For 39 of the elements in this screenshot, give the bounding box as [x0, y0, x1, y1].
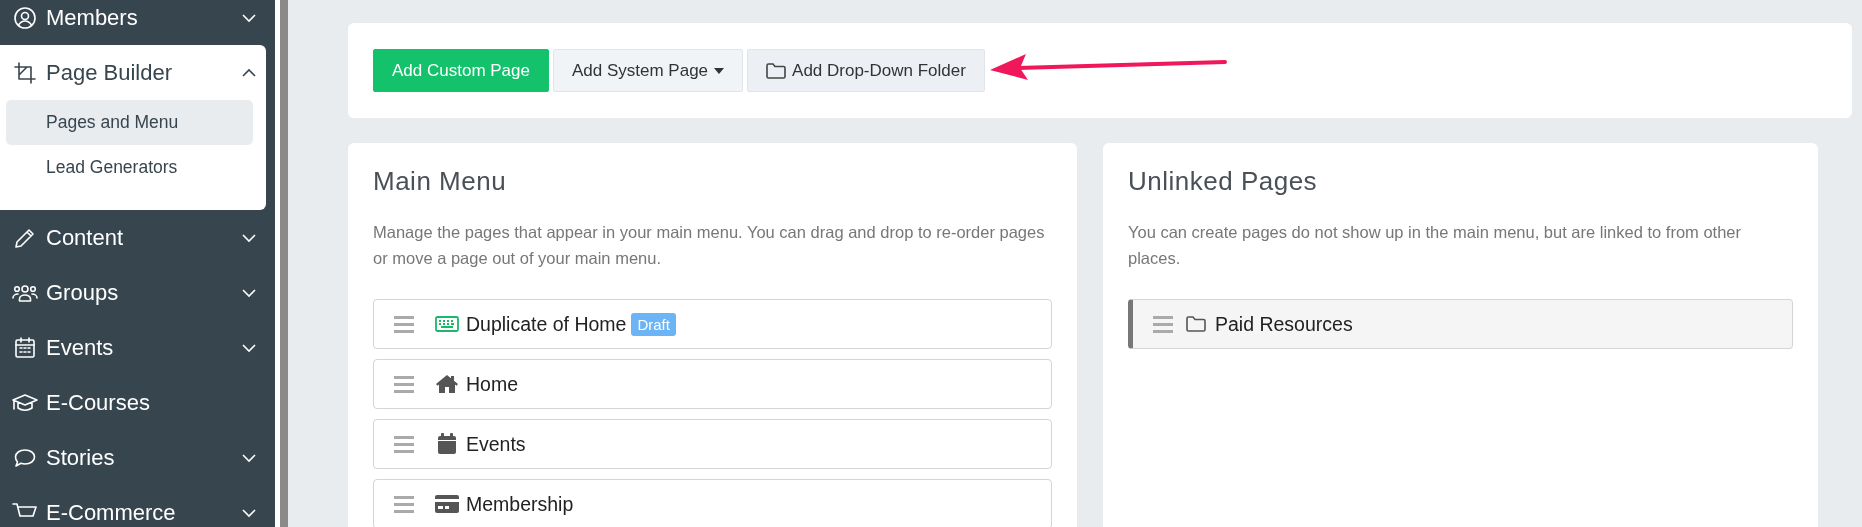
drag-handle-icon[interactable] — [394, 435, 414, 453]
folder-icon — [766, 62, 787, 79]
page-row[interactable]: Events — [373, 419, 1052, 469]
sidebar-item[interactable]: Groups — [0, 265, 275, 320]
card-description: You can create pages do not show up in the main menu, but are linked to from other places. — [1128, 222, 1743, 269]
credit-card-icon — [434, 495, 460, 513]
drag-handle-icon[interactable] — [394, 375, 414, 393]
page-name: Home — [466, 372, 519, 396]
sidebar-item[interactable]: E-Courses — [0, 375, 275, 430]
page-name: Membership — [466, 492, 574, 516]
drag-handle-icon[interactable] — [394, 495, 414, 513]
add-system-page-button[interactable]: Add System Page — [552, 49, 744, 92]
add-folder-button[interactable]: Add Drop-Down Folder — [747, 49, 985, 92]
page-row[interactable]: Membership — [373, 479, 1052, 527]
home-icon — [434, 374, 460, 394]
folder-icon — [1183, 316, 1209, 332]
page-row[interactable]: Duplicate of Home Draft — [373, 299, 1052, 349]
page-row[interactable]: Home — [373, 359, 1052, 409]
scrollbar[interactable] — [280, 0, 288, 527]
sidebar-item[interactable]: Events — [0, 320, 275, 375]
page-name: Events — [466, 432, 526, 456]
sidebar-item[interactable]: Members — [0, 0, 275, 45]
page-name: Paid Resources — [1215, 312, 1353, 336]
drag-handle-icon[interactable] — [394, 315, 414, 333]
card-title: Main Menu — [373, 165, 508, 197]
draft-badge: Draft — [631, 312, 676, 336]
sidebar-item[interactable]: E-Commerce — [0, 485, 275, 527]
page-row[interactable]: Paid Resources — [1128, 299, 1793, 349]
page-name: Duplicate of Home — [466, 312, 627, 336]
sidebar-item[interactable]: Stories — [0, 430, 275, 485]
keyboard-icon — [434, 316, 460, 332]
card-description: Manage the pages that appear in your main menu. You can drag and drop to re-order pages or move a page out of your main menu. — [373, 222, 1046, 269]
sidebar-item[interactable]: Content — [0, 210, 275, 265]
sidebar-item[interactable]: Page Builder — [0, 45, 266, 100]
submenu-item[interactable]: Pages and Menu — [6, 100, 253, 145]
caret-icon — [714, 67, 725, 74]
card-title: Unlinked Pages — [1128, 165, 1319, 197]
submenu-item[interactable]: Lead Generators — [6, 145, 253, 190]
drag-handle-icon[interactable] — [1153, 315, 1173, 333]
